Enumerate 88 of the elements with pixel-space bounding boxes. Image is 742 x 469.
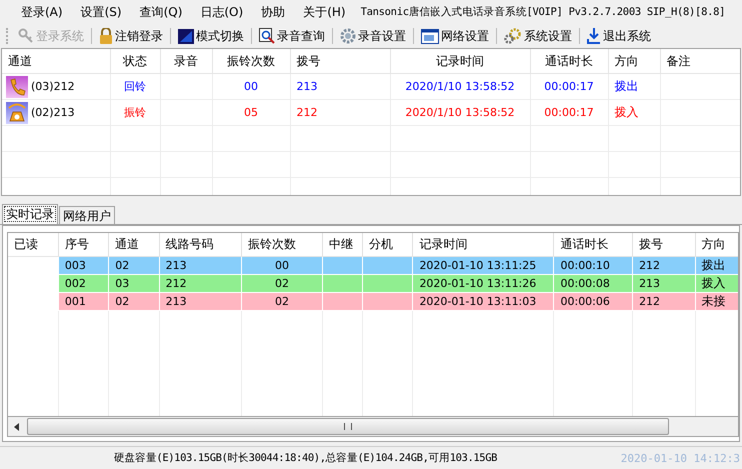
toolbar-button[interactable]: 注销登录 — [97, 25, 165, 47]
toolbar-button[interactable]: 录音查询 — [257, 25, 327, 47]
column-header[interactable]: 拨号 — [290, 49, 390, 74]
phone-handset-icon — [6, 76, 28, 98]
table-cell: 02 — [108, 256, 160, 274]
column-header[interactable]: 方向 — [608, 49, 660, 74]
menu-item[interactable]: 查询(Q) — [130, 4, 192, 20]
menu-item[interactable]: 协助 — [252, 4, 294, 20]
table-cell: 212 — [159, 274, 242, 292]
table-cell: 00:00:17 — [530, 100, 608, 126]
gears-icon — [504, 28, 522, 44]
column-header[interactable]: 记录时间 — [412, 233, 554, 256]
table-cell: 2020-01-10 13:11:25 — [412, 256, 554, 274]
menu-item[interactable]: 设置(S) — [72, 4, 131, 20]
toolbar-button[interactable]: 系统设置 — [502, 25, 574, 47]
toolbar-button[interactable]: 网络设置 — [419, 25, 491, 47]
table-cell: 212 — [632, 292, 696, 310]
gear-icon — [340, 28, 356, 44]
table-cell: 02 — [108, 292, 160, 310]
column-header[interactable]: 已读 — [8, 233, 58, 256]
column-header[interactable]: 中继 — [322, 233, 363, 256]
column-header[interactable]: 振铃次数 — [212, 49, 290, 74]
table-cell: 2020/1/10 13:58:52 — [390, 100, 530, 126]
table-cell: 03 — [108, 274, 160, 292]
toolbar-button[interactable]: 录音设置 — [338, 25, 408, 47]
table-cell: 001 — [58, 292, 109, 310]
table-cell: 213 — [159, 256, 242, 274]
table-cell: 212 — [632, 256, 696, 274]
table-cell: 213 — [632, 274, 696, 292]
menu-item[interactable]: 关于(H) — [294, 4, 355, 20]
toolbar-button[interactable]: 模式切换 — [176, 25, 246, 47]
lock-icon — [99, 28, 113, 44]
column-header[interactable]: 通道 — [2, 49, 110, 74]
table-cell: 2020-01-10 13:11:26 — [412, 274, 554, 292]
menu-item[interactable]: 日志(O) — [191, 4, 252, 20]
table-cell: 00:00:06 — [554, 292, 633, 310]
column-header[interactable]: 序号 — [58, 233, 109, 256]
table-cell: 02 — [242, 274, 322, 292]
column-header[interactable]: 备注 — [660, 49, 740, 74]
table-cell: 02 — [242, 292, 322, 310]
table-cell: 213 — [290, 74, 390, 100]
download-arrow-icon — [587, 28, 601, 44]
column-header[interactable]: 通道 — [108, 233, 160, 256]
ringing-phone-icon — [6, 102, 28, 124]
table-cell: 00 — [212, 74, 290, 100]
status-clock: 2020-01-10 14:12:3 — [620, 452, 741, 464]
table-cell: 213 — [159, 292, 242, 310]
table-cell: 003 — [58, 256, 109, 274]
scroll-left-icon — [14, 422, 19, 430]
column-header[interactable]: 通话时长 — [554, 233, 633, 256]
table-cell: (02)213 — [31, 106, 75, 119]
toolbar-button[interactable]: 退出系统 — [585, 25, 653, 47]
tab[interactable]: 网络用户 — [59, 206, 115, 224]
search-icon — [259, 28, 275, 44]
column-header[interactable]: 记录时间 — [390, 49, 530, 74]
table-cell: 05 — [212, 100, 290, 126]
menu-item[interactable]: 登录(A) — [12, 4, 72, 20]
column-header[interactable]: 状态 — [110, 49, 160, 74]
table-cell: 002 — [58, 274, 109, 292]
table-cell: 振铃 — [110, 100, 160, 126]
table-cell: 2020-01-10 13:11:03 — [412, 292, 554, 310]
table-cell: 00 — [242, 256, 322, 274]
disk-capacity-text: 硬盘容量(E)103.15GB(时长30044:18:40),总容量(E)104.24GB,可用103.15GB — [114, 451, 498, 465]
window-icon — [421, 28, 439, 44]
screen-icon — [178, 28, 194, 44]
table-cell: 00:00:17 — [530, 74, 608, 100]
column-header[interactable]: 分机 — [362, 233, 413, 256]
table-cell: 00:00:10 — [554, 256, 633, 274]
table-cell: 拨入 — [695, 274, 738, 292]
horizontal-scrollbar[interactable] — [7, 416, 739, 437]
column-header[interactable]: 通话时长 — [530, 49, 608, 74]
table-cell: 拨出 — [608, 74, 660, 100]
column-header[interactable]: 线路号码 — [159, 233, 242, 256]
table-cell: (03)212 — [31, 80, 75, 93]
table-cell: 拨出 — [695, 256, 738, 274]
table-cell: 212 — [290, 100, 390, 126]
table-cell: 拨入 — [608, 100, 660, 126]
column-header[interactable]: 拨号 — [632, 233, 696, 256]
table-cell: 00:00:08 — [554, 274, 633, 292]
table-cell: 未接 — [695, 292, 738, 310]
column-header[interactable]: 振铃次数 — [242, 233, 322, 256]
column-header[interactable]: 方向 — [695, 233, 738, 256]
window-title: Tansonic唐信嵌入式电话录音系统[VOIP] Pv3.2.7.2003 SIP_H(8)[8.8] — [360, 5, 726, 19]
tab[interactable]: 实时记录 — [2, 204, 58, 224]
table-cell: 2020/1/10 13:58:52 — [390, 74, 530, 100]
key-icon — [18, 28, 34, 44]
column-header[interactable]: 录音 — [160, 49, 212, 74]
table-cell: 回铃 — [110, 74, 160, 100]
